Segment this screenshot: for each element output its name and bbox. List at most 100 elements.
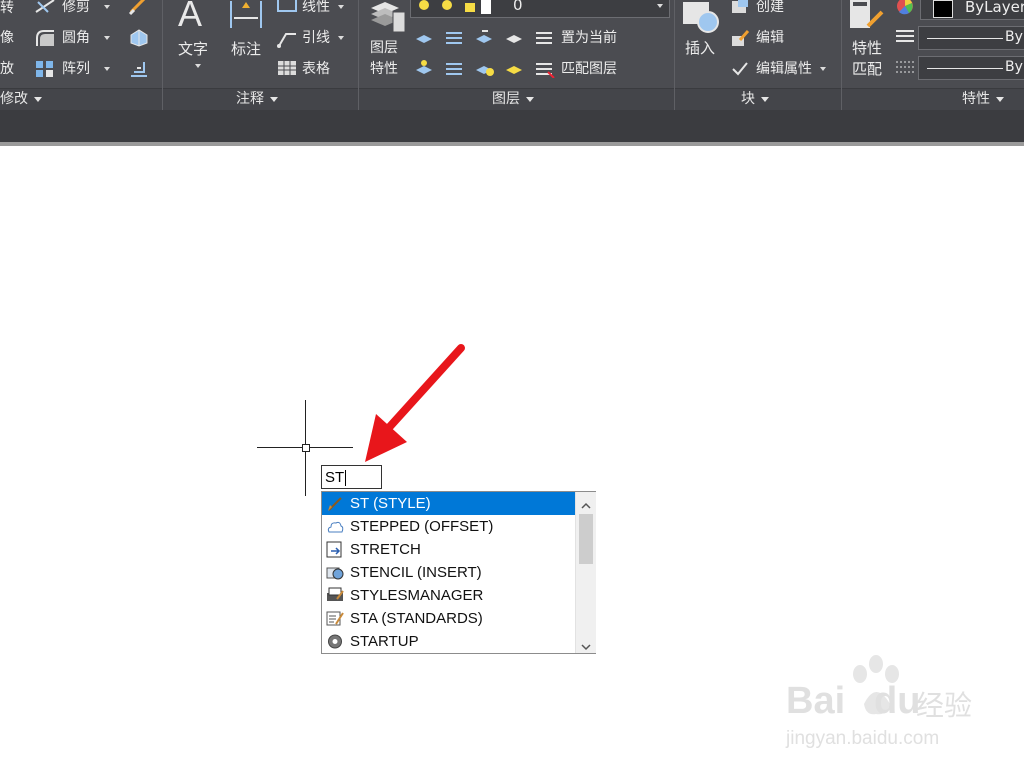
layer-on-icon[interactable] xyxy=(474,58,496,82)
color-value: ByLayer xyxy=(965,0,1024,16)
layer-thaw-icon[interactable] xyxy=(444,58,464,82)
annotation-panel-title[interactable]: 注释 xyxy=(236,89,278,109)
create-block-icon[interactable] xyxy=(730,0,750,19)
properties-panel-title[interactable]: 特性 xyxy=(962,89,1004,109)
edit-attributes-button[interactable]: 编辑属性 xyxy=(756,60,826,78)
standards-icon xyxy=(326,610,344,627)
layer-off-icon[interactable] xyxy=(474,27,496,51)
leader-icon[interactable] xyxy=(276,28,298,52)
table-icon[interactable] xyxy=(276,59,298,81)
text-caret xyxy=(345,470,347,487)
autocomplete-item[interactable]: ST (STYLE) xyxy=(322,492,575,515)
match-properties-button[interactable]: 特性 xyxy=(852,39,882,57)
offset-icon[interactable] xyxy=(128,58,150,82)
layer-isolate-icon[interactable] xyxy=(414,29,434,51)
autocomplete-item[interactable]: STEPPED (OFFSET) xyxy=(322,515,575,538)
leader-button[interactable]: 引线 xyxy=(302,29,344,47)
insert-block-icon[interactable] xyxy=(680,0,720,38)
autocomplete-item[interactable]: STRETCH xyxy=(322,538,575,561)
array-button[interactable]: 阵列 xyxy=(62,60,110,78)
trim-button[interactable]: 修剪 xyxy=(62,0,110,16)
match-layer-button[interactable]: 匹配图层 xyxy=(561,60,617,78)
color-swatch xyxy=(933,0,953,18)
svg-text:A: A xyxy=(178,0,202,34)
block-panel-title[interactable]: 块 xyxy=(741,89,769,109)
text-dropdown-icon[interactable] xyxy=(195,64,201,68)
edit-block-icon[interactable] xyxy=(730,28,750,52)
mirror-label[interactable]: 像 xyxy=(0,29,14,47)
layer-properties-icon[interactable] xyxy=(367,0,407,38)
style-brush-icon xyxy=(326,495,344,512)
document-tab-bar xyxy=(0,110,1024,142)
create-block-button[interactable]: 创建 xyxy=(756,0,784,16)
text-icon[interactable]: A xyxy=(176,0,212,38)
rotate-label[interactable]: 转 xyxy=(0,0,14,17)
text-button[interactable]: 文字 xyxy=(178,40,208,58)
chevron-up-icon[interactable] xyxy=(580,496,592,509)
watermark-brand-suffix: du xyxy=(874,680,921,722)
dimension-icon[interactable] xyxy=(228,0,264,36)
annotation-arrow xyxy=(365,344,465,462)
watermark-product: 经验 xyxy=(916,689,973,722)
copy-3d-icon[interactable] xyxy=(128,27,150,51)
offset-cloud-icon xyxy=(326,518,344,535)
fillet-button[interactable]: 圆角 xyxy=(62,29,110,47)
command-input[interactable]: ST xyxy=(321,465,382,489)
baidu-jingyan-watermark: Bai du 经验 jingyan.baidu.com xyxy=(786,650,986,760)
linetype-preview xyxy=(927,38,1003,39)
autocomplete-scrollbar[interactable] xyxy=(575,492,596,653)
fillet-icon[interactable] xyxy=(34,28,56,52)
autocomplete-item[interactable]: STA (STANDARDS) xyxy=(322,607,575,630)
lineweight-preview xyxy=(927,68,1003,69)
linetype-value: ByL xyxy=(1005,29,1024,45)
watermark-brand: Bai xyxy=(786,680,846,722)
scale-label[interactable]: 放 xyxy=(0,60,14,78)
linetype-dropdown[interactable]: ByL xyxy=(918,26,1024,50)
dimension-button[interactable]: 标注 xyxy=(231,40,261,58)
linear-dim-button[interactable]: 线性 xyxy=(302,0,344,16)
insert-button[interactable]: 插入 xyxy=(685,39,715,57)
panel-divider xyxy=(358,0,359,110)
ribbon: 转 像 放 修剪 圆角 阵列 修改 A 文字 标注 线性 引线 表格 注释 图层… xyxy=(0,0,1024,110)
match-layer-icon[interactable] xyxy=(534,58,556,82)
gear-icon xyxy=(326,633,344,650)
layer-lock-icon[interactable] xyxy=(504,27,526,51)
autocomplete-item[interactable]: STYLESMANAGER xyxy=(322,584,575,607)
watermark-url: jingyan.baidu.com xyxy=(786,728,940,749)
match-properties-label: 匹配 xyxy=(852,60,883,78)
lineweight-value: ByL xyxy=(1005,59,1024,75)
layer-dropdown[interactable]: 0 xyxy=(410,0,670,18)
chevron-down-icon[interactable] xyxy=(580,637,592,651)
panel-divider xyxy=(162,0,163,110)
autocomplete-item[interactable]: STARTUP xyxy=(322,630,575,653)
set-current-button[interactable]: 置为当前 xyxy=(561,29,617,47)
array-icon[interactable] xyxy=(34,59,56,83)
edit-block-button[interactable]: 编辑 xyxy=(756,29,784,47)
edit-attributes-icon[interactable] xyxy=(730,59,750,83)
panel-divider xyxy=(841,0,842,110)
layer-properties-button[interactable]: 图层 xyxy=(370,39,398,57)
lineweight-dropdown[interactable]: ByL xyxy=(918,56,1024,80)
layers-panel-title[interactable]: 图层 xyxy=(492,89,534,109)
color-dropdown[interactable]: ByLayer xyxy=(920,0,1024,20)
trim-icon[interactable] xyxy=(34,0,56,20)
set-current-icon[interactable] xyxy=(534,27,556,51)
match-properties-icon[interactable] xyxy=(848,0,888,38)
layer-unisolate-icon[interactable] xyxy=(414,58,434,82)
layer-freeze-icon[interactable] xyxy=(444,27,464,51)
color-wheel-icon[interactable] xyxy=(895,0,915,21)
erase-icon[interactable] xyxy=(128,0,150,20)
current-layer-value: 0 xyxy=(513,0,523,14)
layer-dropdown-arrow-icon[interactable] xyxy=(657,4,663,8)
scrollbar-thumb[interactable] xyxy=(579,514,593,564)
layer-unlock-icon[interactable] xyxy=(504,58,526,82)
modify-panel-title[interactable]: 修改 xyxy=(0,89,42,109)
table-button[interactable]: 表格 xyxy=(302,60,330,78)
crosshair-pickbox xyxy=(302,444,310,452)
autocomplete-item[interactable]: STENCIL (INSERT) xyxy=(322,561,575,584)
linear-dim-icon[interactable] xyxy=(276,0,298,19)
linetype-icon[interactable] xyxy=(895,27,915,51)
lineweight-icon[interactable] xyxy=(895,58,915,82)
command-input-text: ST xyxy=(325,469,345,486)
autocomplete-list[interactable]: ST (STYLE) STEPPED (OFFSET) STRETCH STEN… xyxy=(321,491,596,654)
